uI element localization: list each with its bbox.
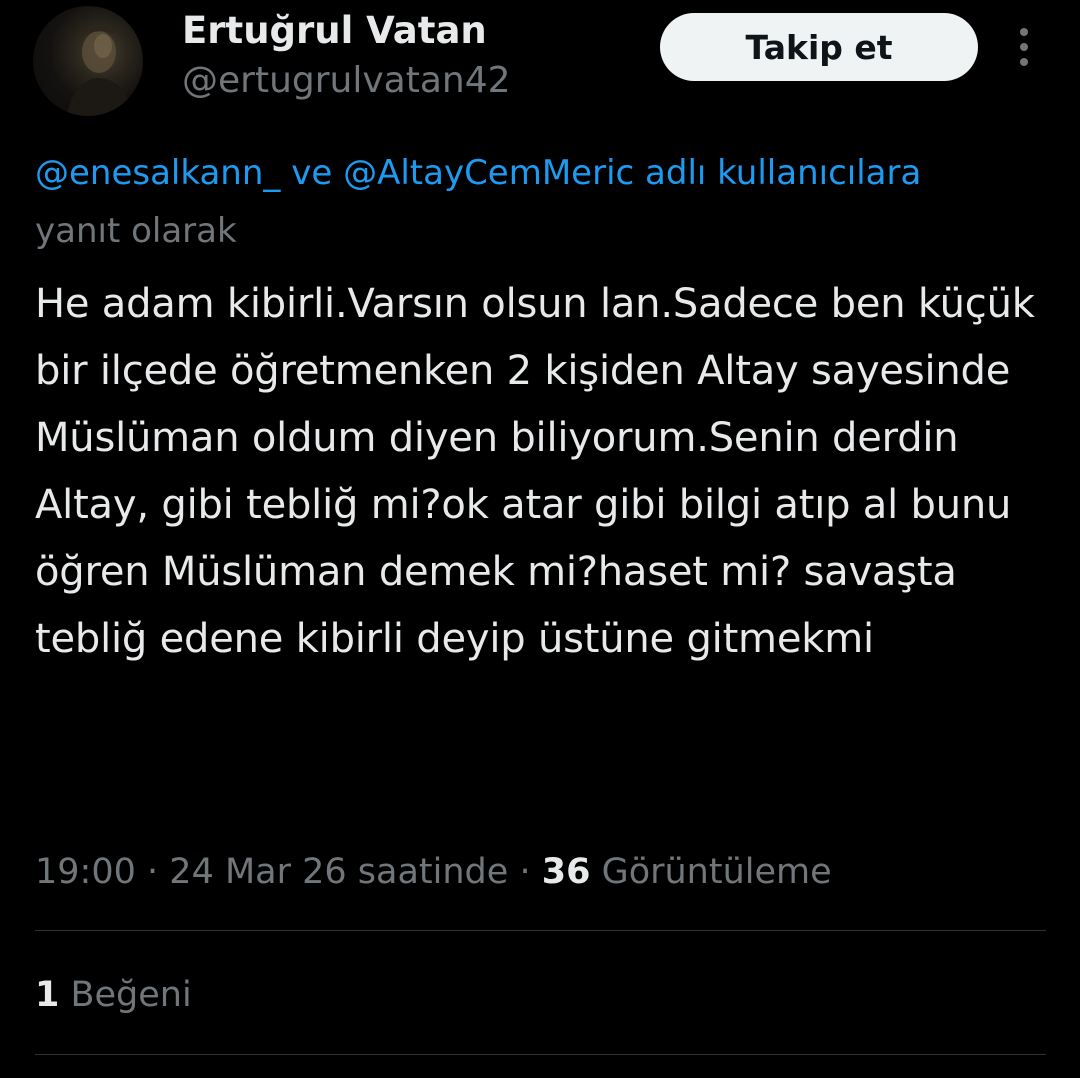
views-label: Görüntüleme: [601, 852, 832, 892]
tweet-meta: 19:00 · 24 Mar 26 saatinde · 36 Görüntül…: [35, 845, 832, 899]
meta-separator: ·: [519, 852, 531, 892]
tweet-text: He adam kibirli.Varsın olsun lan.Sadece …: [35, 281, 1035, 662]
more-vertical-icon: [1020, 28, 1028, 66]
more-options-button[interactable]: [1004, 22, 1044, 72]
reply-suffix-link[interactable]: adlı kullanıcılara: [645, 153, 921, 193]
reply-connector: ve: [291, 153, 333, 193]
author-handle[interactable]: @ertugrulvatan42: [182, 58, 511, 104]
avatar-photo-icon: [67, 25, 133, 116]
mention-link-enesalkann[interactable]: @enesalkann_: [35, 153, 280, 193]
tweet-time[interactable]: 19:00: [35, 852, 136, 892]
divider: [35, 930, 1046, 931]
follow-button[interactable]: Takip et: [660, 13, 978, 81]
divider: [35, 1054, 1046, 1055]
reply-suffix-text: yanıt olarak: [35, 211, 237, 251]
avatar[interactable]: [33, 6, 143, 116]
reply-context: @enesalkann_ ve @AltayCemMeric adlı kull…: [35, 144, 1045, 260]
likes-label: Beğeni: [70, 975, 192, 1015]
author-display-name[interactable]: Ertuğrul Vatan: [182, 8, 487, 54]
meta-separator: ·: [147, 852, 159, 892]
mention-link-altaycemmeric[interactable]: @AltayCemMeric: [343, 153, 634, 193]
tweet-date[interactable]: 24 Mar 26 saatinde: [169, 852, 508, 892]
likes-stat[interactable]: 1 Beğeni: [35, 968, 192, 1022]
likes-count: 1: [35, 975, 60, 1015]
views-count: 36: [541, 852, 591, 892]
